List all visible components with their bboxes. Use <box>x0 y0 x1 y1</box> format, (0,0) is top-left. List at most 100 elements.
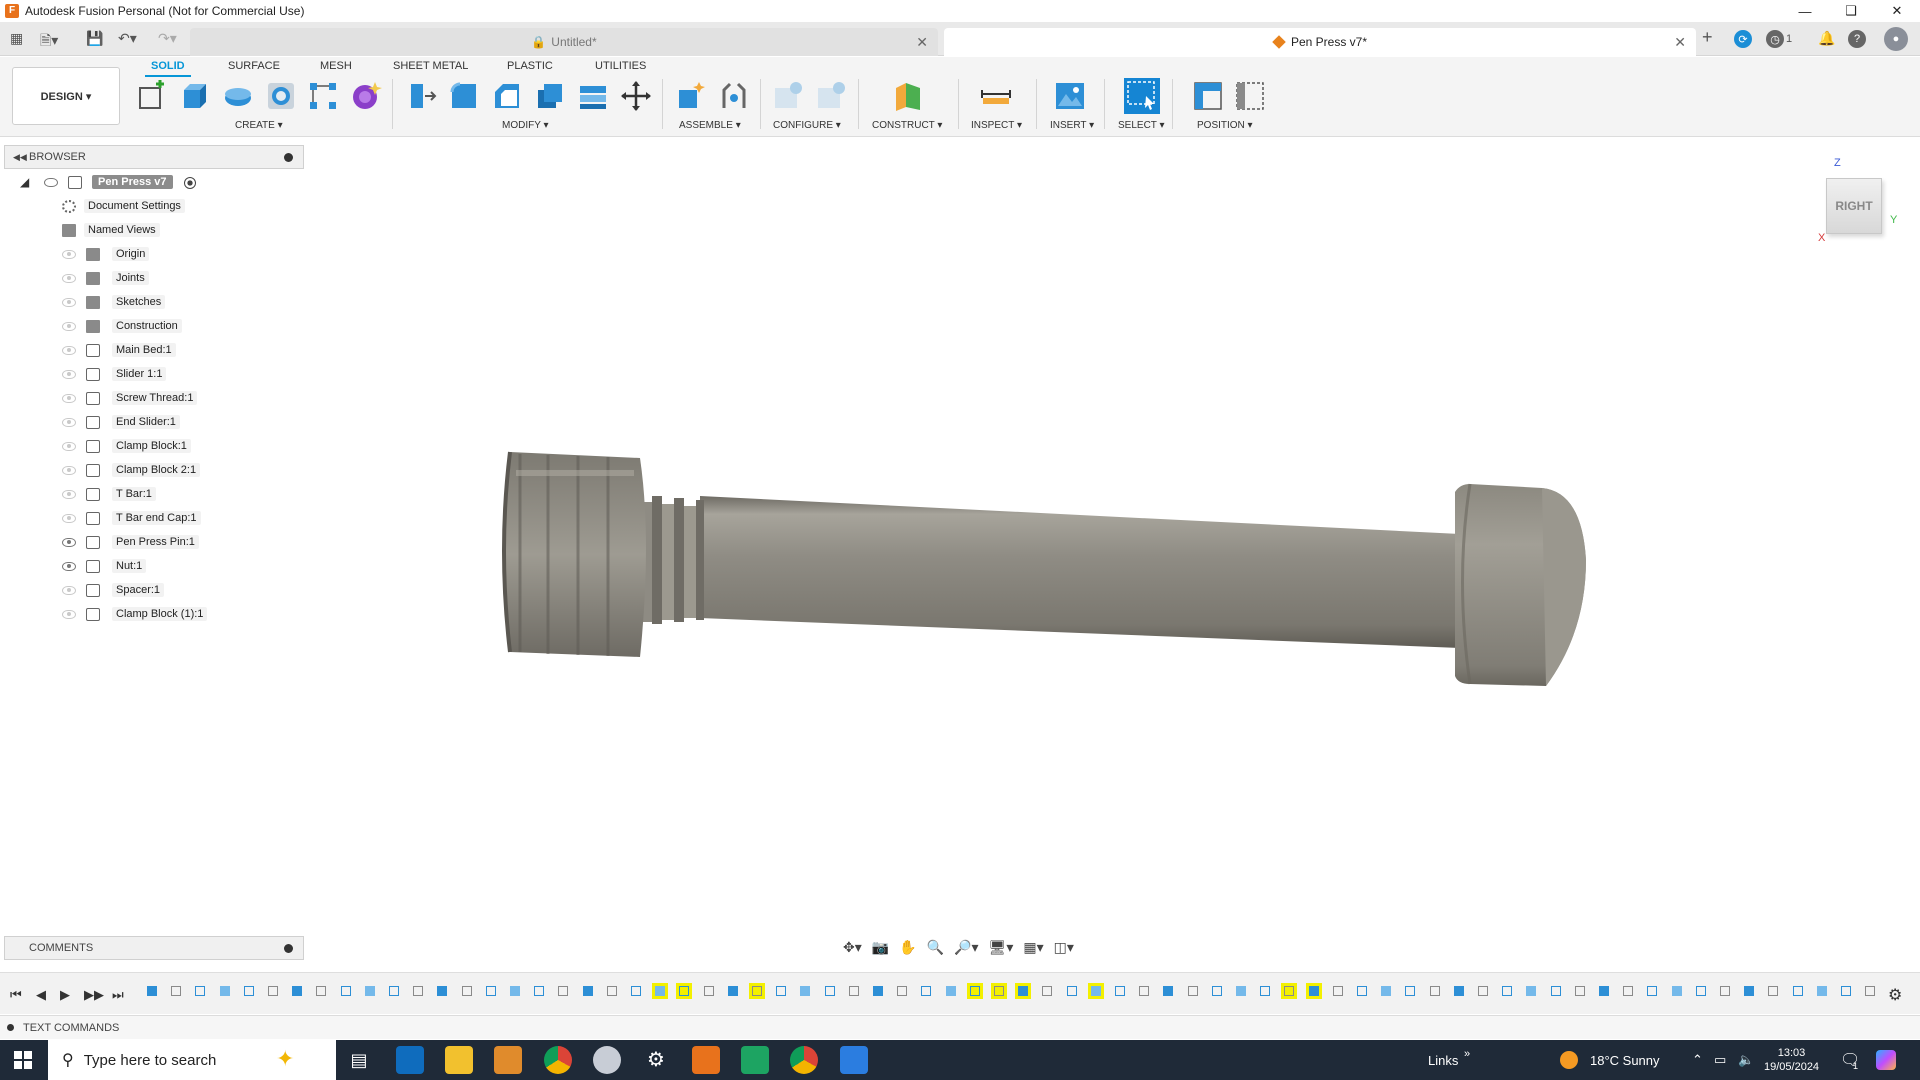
expand-arrow-icon[interactable] <box>37 272 48 286</box>
timeline-feature-icon[interactable] <box>773 983 789 999</box>
visibility-eye-icon[interactable] <box>62 370 76 379</box>
timeline-settings-gear-icon[interactable]: ⚙ <box>1888 985 1902 1005</box>
grid-settings-icon[interactable]: ▦▾ <box>1023 939 1043 956</box>
modify-menu[interactable]: MODIFY ▾ <box>502 120 549 131</box>
volume-icon[interactable]: 🔈 <box>1738 1040 1754 1080</box>
expand-arrow-icon[interactable] <box>37 224 48 238</box>
joint-icon[interactable] <box>718 80 750 112</box>
tab-untitled[interactable]: 🔒 Untitled* ✕ <box>190 28 938 56</box>
timeline-back-icon[interactable]: ◀ <box>36 987 46 1003</box>
visibility-eye-icon[interactable] <box>62 610 76 619</box>
browser-item[interactable]: Document Settings <box>0 196 320 218</box>
browser-item[interactable]: Nut:1 <box>0 556 320 578</box>
visibility-eye-icon[interactable] <box>62 346 76 355</box>
pattern-icon[interactable] <box>307 80 339 112</box>
fit-zoom-icon[interactable]: 🔎▾ <box>954 939 978 956</box>
design-viewport[interactable] <box>320 140 1920 940</box>
timeline-feature-icon[interactable] <box>241 983 257 999</box>
chrome-icon[interactable] <box>544 1046 572 1074</box>
look-at-icon[interactable]: 📷 <box>872 939 889 956</box>
mail-app-icon[interactable] <box>396 1046 424 1074</box>
timeline-feature-icon[interactable] <box>725 983 741 999</box>
assemble-menu[interactable]: ASSEMBLE ▾ <box>679 120 741 131</box>
app-grid-icon[interactable]: ▦ <box>10 30 23 47</box>
browser-root-row[interactable]: ◢ Pen Press v7 <box>0 172 320 194</box>
active-component-radio-icon[interactable] <box>184 177 196 189</box>
maximize-button[interactable]: ❑ <box>1828 0 1874 22</box>
offset-plane-icon[interactable] <box>892 80 924 112</box>
viewports-icon[interactable]: ◫▾ <box>1054 939 1074 956</box>
job-status-icon[interactable]: ◷ <box>1766 30 1784 48</box>
combine-icon[interactable] <box>577 80 609 112</box>
timeline-feature-icon[interactable] <box>991 983 1007 999</box>
links-expand-icon[interactable]: » <box>1464 1034 1470 1074</box>
timeline-feature-icon[interactable] <box>1548 983 1564 999</box>
timeline-feature-icon[interactable] <box>1765 983 1781 999</box>
zoom-icon[interactable]: 🔍 <box>927 939 944 956</box>
expand-arrow-icon[interactable] <box>37 368 48 382</box>
visibility-eye-icon[interactable] <box>62 562 76 571</box>
expand-arrow-icon[interactable] <box>37 248 48 262</box>
timeline-feature-icon[interactable] <box>1233 983 1249 999</box>
timeline-feature-icon[interactable] <box>1596 983 1612 999</box>
timeline-feature-icon[interactable] <box>555 983 571 999</box>
timeline-feature-icon[interactable] <box>918 983 934 999</box>
timeline-feature-icon[interactable] <box>604 983 620 999</box>
fillet-icon[interactable] <box>448 80 480 112</box>
expand-arrow-icon[interactable] <box>37 416 48 430</box>
timeline-feature-icon[interactable] <box>507 983 523 999</box>
browser-item[interactable]: T Bar:1 <box>0 484 320 506</box>
timeline-feature-icon[interactable] <box>1257 983 1273 999</box>
browser-item[interactable]: T Bar end Cap:1 <box>0 508 320 530</box>
press-pull-icon[interactable] <box>405 80 437 112</box>
expand-arrow-icon[interactable] <box>37 584 48 598</box>
visibility-eye-icon[interactable] <box>62 322 76 331</box>
text-commands-expand-icon[interactable] <box>7 1024 14 1031</box>
pen-press-pin-model[interactable] <box>502 451 1586 686</box>
timeline-feature-icon[interactable] <box>1281 983 1298 999</box>
fusion-taskbar-icon[interactable] <box>692 1046 720 1074</box>
timeline-feature-icon[interactable] <box>628 983 644 999</box>
collapse-browser-icon[interactable]: ◀◀ <box>13 152 27 163</box>
user-avatar-icon[interactable]: ● <box>1884 27 1908 51</box>
media-player-icon[interactable] <box>494 1046 522 1074</box>
browser-item[interactable]: Origin <box>0 244 320 266</box>
timeline-feature-icon[interactable] <box>652 983 669 999</box>
timeline-feature-icon[interactable] <box>1136 983 1152 999</box>
tab-sheet-metal[interactable]: SHEET METAL <box>393 60 468 72</box>
timeline-feature-icon[interactable] <box>1378 983 1394 999</box>
show-hidden-icons[interactable]: ⌃ <box>1692 1040 1703 1080</box>
visibility-eye-icon[interactable] <box>62 586 76 595</box>
timeline-feature-icon[interactable] <box>1814 983 1830 999</box>
view-cube[interactable]: RIGHT <box>1826 178 1882 234</box>
timeline-first-icon[interactable]: ⏮ <box>10 987 22 1003</box>
close-tab-pen-press-icon[interactable]: ✕ <box>1674 34 1686 51</box>
create-menu[interactable]: CREATE ▾ <box>235 120 283 131</box>
nut-model[interactable] <box>502 451 646 657</box>
visibility-eye-icon[interactable] <box>62 418 76 427</box>
minimize-button[interactable]: — <box>1782 0 1828 22</box>
timeline-feature-icon[interactable] <box>1305 983 1322 999</box>
configure-rule-icon[interactable] <box>815 80 847 112</box>
weather-text[interactable]: 18°C Sunny <box>1590 1040 1660 1080</box>
timeline-feature-icon[interactable] <box>1402 983 1418 999</box>
hole-icon[interactable] <box>265 80 297 112</box>
timeline-feature-icon[interactable] <box>846 983 862 999</box>
measure-icon[interactable] <box>980 80 1012 112</box>
timeline-feature-icon[interactable] <box>168 983 184 999</box>
select-menu[interactable]: SELECT ▾ <box>1118 120 1165 131</box>
timeline-feature-icon[interactable] <box>362 983 378 999</box>
visibility-eye-icon[interactable] <box>62 514 76 523</box>
revolve-icon[interactable] <box>222 80 254 112</box>
timeline-feature-icon[interactable] <box>1354 983 1370 999</box>
new-component-icon[interactable] <box>675 80 707 112</box>
browser-root-name[interactable]: Pen Press v7 <box>92 175 173 189</box>
timeline-feature-icon[interactable] <box>1451 983 1467 999</box>
timeline-feature-icon[interactable] <box>1862 983 1878 999</box>
timeline-feature-icon[interactable] <box>943 983 959 999</box>
save-icon[interactable]: 💾 <box>86 30 103 47</box>
visibility-eye-icon[interactable] <box>62 250 76 259</box>
browser-item[interactable]: Clamp Block 2:1 <box>0 460 320 482</box>
timeline-feature-icon[interactable] <box>1741 983 1757 999</box>
timeline-feature-icon[interactable] <box>434 983 450 999</box>
